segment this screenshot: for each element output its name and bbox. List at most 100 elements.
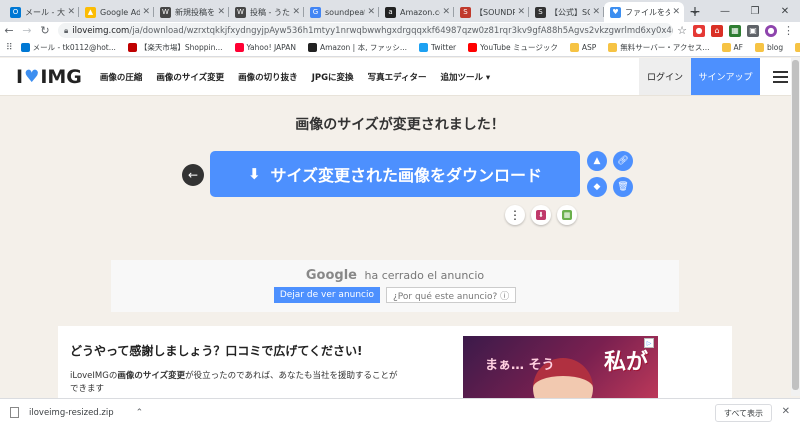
youtube-music-icon [468,43,478,52]
bookmark-item[interactable]: ASP [569,43,597,52]
address-bar[interactable]: 🔒︎ iloveimg.com /ja/download/wzrxtqkkjfx… [58,23,674,38]
folder-icon [754,43,764,52]
iloveimg-heart-icon: ♥ [610,6,621,18]
profile-avatar[interactable]: ● [765,24,777,37]
close-tab-icon[interactable]: ✕ [517,7,525,17]
scrollbar-thumb[interactable] [792,60,799,390]
browser-tab[interactable]: ▲ Google Ads✕ [79,2,154,22]
chevron-down-icon[interactable]: ⌄ [680,0,710,22]
tab-title: Google Ads [100,7,141,17]
browser-tab[interactable]: a Amazon.co ✕ [379,2,454,22]
tab-title: 投稿 - うた [250,7,290,17]
outlook-icon: O [10,6,21,18]
signup-button[interactable]: サインアップ [691,58,760,95]
star-icon[interactable]: ☆ [677,24,687,37]
folder-icon [795,43,800,52]
download-item[interactable]: iloveimg-resized.zip ⌃ [10,407,143,418]
stop-seeing-ad-button[interactable]: Dejar de ver anuncio [273,287,381,303]
browser-tab[interactable]: ♥ ファイルをダ ✕ [604,2,684,22]
closed-ad-banner: Google ha cerrado el anuncio Dejar de ve… [111,260,679,312]
nav-item[interactable]: 画像の切り抜き [238,71,298,83]
wordpress-icon: W [235,6,246,18]
bookmark-item[interactable]: 無料サーバー・アクセス... [608,42,710,53]
yahoo-icon [234,43,244,52]
outlook-icon [20,43,30,52]
more-options-icon[interactable]: ⋮ [505,205,525,225]
close-tab-icon[interactable]: ✕ [142,7,150,17]
browser-tab[interactable]: Gsoundpeats✕ [304,2,379,22]
nav-item[interactable]: 写真エディター [368,71,427,83]
nav-item[interactable]: JPGに変換 [312,71,354,83]
extension-grey-icon[interactable]: ▣ [747,24,759,37]
trash-icon[interactable]: 🗑︎ [613,177,633,197]
bookmark-item[interactable]: YouTube ミュージック [468,42,558,53]
extension-grid-icon[interactable]: ▦ [729,24,741,37]
close-tab-icon[interactable]: ✕ [292,7,300,17]
close-tab-icon[interactable]: ✕ [67,7,75,17]
ad-closed-text: Google ha cerrado el anuncio [111,260,679,283]
browser-tab[interactable]: W 投稿 - うた ✕ [229,2,304,22]
folder-icon [608,43,618,52]
browser-tab[interactable]: O メール - 大山✕ [4,2,79,22]
dropbox-icon[interactable]: ◆ [587,177,607,197]
apps-grid-icon[interactable]: ⠿ [6,43,13,53]
browser-tab[interactable]: W 新規投稿を ✕ [154,2,229,22]
menu-dots-icon[interactable]: ⋮ [783,24,794,37]
minimize-button[interactable]: — [710,0,740,22]
bookmark-item[interactable]: その他 [795,42,800,53]
reload-icon[interactable]: ↻ [36,24,54,37]
close-window-button[interactable]: ✕ [770,0,800,22]
bookmark-label: 無料サーバー・アクセス... [620,43,710,52]
bookmark-item[interactable]: 【楽天市場】Shoppin... [127,42,223,53]
bookmark-item[interactable]: Twitter [419,43,456,52]
close-tab-icon[interactable]: ✕ [217,7,225,17]
link-icon[interactable]: 🔗︎ [613,151,633,171]
ad-caption-right: 私が [603,350,648,375]
extension-pdf-icon[interactable]: ⌂ [711,24,723,37]
download-icon: ⬇ [247,165,261,183]
nav-item[interactable]: 画像のサイズ変更 [156,71,224,83]
iloveimg-logo[interactable]: I ♥ IMG [16,66,82,88]
close-icon[interactable]: ✕ [782,406,790,417]
amazon-icon [307,43,317,52]
back-arrow-icon[interactable]: ← [0,24,18,37]
maximize-button[interactable]: ❐ [740,0,770,22]
image-grid-icon[interactable]: ▦ [557,205,577,225]
nav-item[interactable]: 追加ツール ▾ [440,71,490,83]
download-shelf: iloveimg-resized.zip ⌃ すべて表示 ✕ [0,398,800,426]
chevron-up-icon[interactable]: ⌃ [136,408,144,418]
browser-tab[interactable]: S 【公式】SOU✕ [529,2,604,22]
login-button[interactable]: ログイン [639,58,691,95]
close-tab-icon[interactable]: ✕ [367,7,375,17]
forward-arrow-icon[interactable]: → [18,24,36,37]
download-zip-icon[interactable]: ⬇ [531,205,551,225]
lock-icon: 🔒︎ [64,25,69,35]
bookmark-label: blog [766,43,784,52]
tab-title: Amazon.co [400,7,441,17]
nav-item[interactable]: 画像の圧縮 [100,71,143,83]
extension-red-icon[interactable]: ● [693,24,705,37]
browser-tab[interactable]: S 【SOUNDPE✕ [454,2,529,22]
bookmark-item[interactable]: Amazon | 本, ファッシ... [307,42,407,53]
adchoices-icon[interactable]: ▷ [644,338,654,348]
browser-toolbar: ← → ↻ 🔒︎ iloveimg.com /ja/download/wzrxt… [0,22,800,39]
bookmark-item[interactable]: blog [754,43,784,52]
bookmarks-bar: ⠿ メール - tk0112@hot... 【楽天市場】Shoppin... Yah… [0,39,800,57]
google-drive-icon[interactable]: ▲ [587,151,607,171]
bookmark-item[interactable]: AF [721,43,743,52]
bookmark-item[interactable]: メール - tk0112@hot... [20,42,116,53]
bookmark-label: ASP [581,43,597,52]
advertisement-image[interactable]: まぁ… そう 私が [463,336,658,406]
show-all-button[interactable]: すべて表示 [714,404,772,422]
back-button[interactable]: ← [182,164,204,186]
close-tab-icon[interactable]: ✕ [442,7,450,17]
tab-strip: Oメール - 大山✕▲Google Ads✕W新規投稿を✕W投稿 - うた✕Gs… [0,0,800,22]
why-this-ad-button[interactable]: ¿Por qué este anuncio? ⓘ [386,287,517,303]
tab-title: ファイルをダ [625,7,671,17]
download-button[interactable]: ⬇ サイズ変更された画像をダウンロード [210,151,580,197]
close-tab-icon[interactable]: ✕ [672,7,680,17]
download-filename: iloveimg-resized.zip [29,407,114,418]
bookmark-item[interactable]: Yahoo! JAPAN [234,43,296,52]
bookmark-label: Amazon | 本, ファッシ... [319,43,407,52]
close-tab-icon[interactable]: ✕ [592,7,600,17]
